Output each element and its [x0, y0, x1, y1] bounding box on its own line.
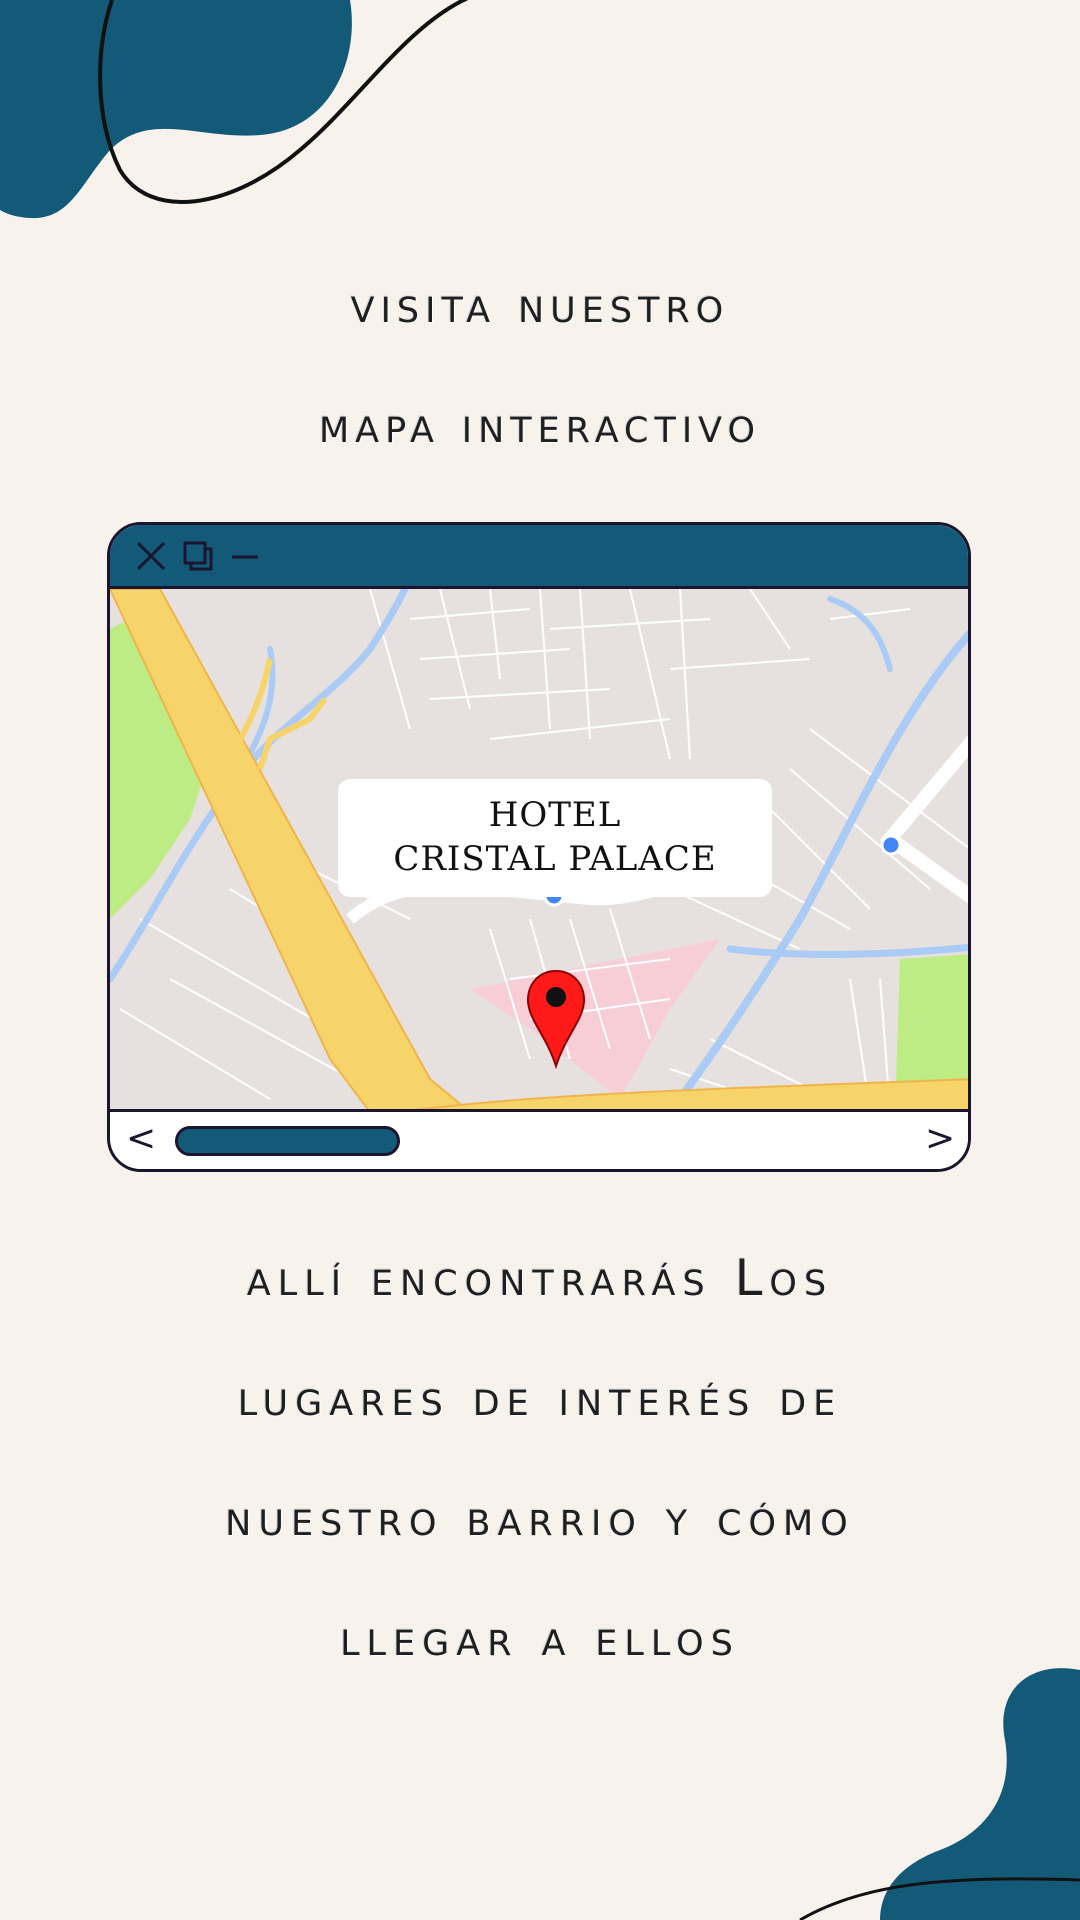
restore-icon[interactable]: [183, 541, 213, 571]
window-titlebar: [110, 525, 968, 589]
top-left-blob: [0, 0, 469, 219]
body-line-4: llegar a ellos: [340, 1609, 740, 1667]
hotel-label-line-1: HOTEL: [488, 795, 622, 835]
body-line-3: nuestro barrio y cómo: [225, 1489, 855, 1547]
heading-line-2: mapa interactivo: [318, 396, 762, 454]
minimize-icon[interactable]: [230, 541, 260, 571]
heading-line-1: visita nuestro: [350, 276, 730, 334]
map-window: HOTEL CRISTAL PALACE < >: [107, 522, 971, 1172]
map-view[interactable]: HOTEL CRISTAL PALACE: [110, 589, 968, 1112]
body-line-2: lugares de interés de: [237, 1369, 843, 1427]
hotel-label: HOTEL CRISTAL PALACE: [338, 779, 772, 897]
prev-button[interactable]: <: [126, 1118, 156, 1159]
body-line-1: allí encontrarás Los: [246, 1249, 834, 1307]
bottom-right-blob: [799, 1668, 1080, 1920]
heading: visita nuestro mapa interactivo: [0, 245, 1080, 485]
next-button[interactable]: >: [925, 1118, 955, 1159]
hotel-label-line-2: CRISTAL PALACE: [393, 839, 717, 879]
map-pin-icon[interactable]: [526, 969, 586, 1069]
body-text: allí encontrarás Los lugares de interés …: [0, 1218, 1080, 1698]
close-icon[interactable]: [136, 541, 166, 571]
window-scrollbar: < >: [110, 1112, 968, 1169]
scroll-thumb[interactable]: [175, 1126, 400, 1156]
